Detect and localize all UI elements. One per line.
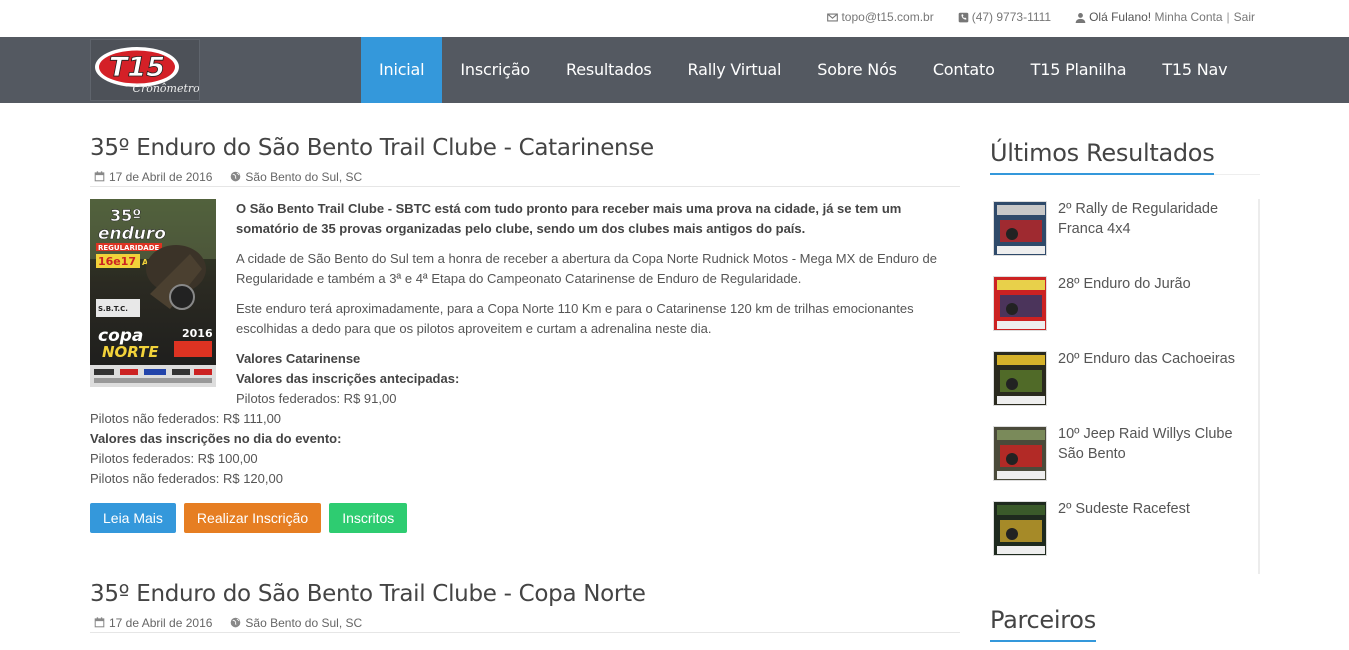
result-item[interactable]: 20º Enduro das Cachoeiras (990, 349, 1260, 424)
early-title: Valores das inscrições antecipadas: (236, 371, 460, 386)
logout-link[interactable]: Sair (1234, 10, 1255, 24)
latest-results-heading: Últimos Resultados (990, 139, 1215, 175)
main-navbar: T15 Cronômetros Inicial Inscrição Resultad… (0, 37, 1349, 103)
my-account-link[interactable]: Minha Conta (1154, 10, 1222, 24)
day-federated: Pilotos federados: R$ 100,00 (90, 451, 258, 466)
phone-icon (958, 12, 969, 22)
nav-item-contato[interactable]: Contato (915, 37, 1013, 103)
utility-links: topo@t15.com.br (47) 9773-1111 Olá Fulan… (827, 10, 1255, 24)
early-non-federated: Pilotos não federados: R$ 111,00 (90, 411, 282, 426)
top-utility-bar: topo@t15.com.br (47) 9773-1111 Olá Fulan… (0, 0, 1349, 37)
nav-item-inscri-o[interactable]: Inscrição (442, 37, 548, 103)
sidebar: Últimos Resultados 2º Rally de Regularid… (990, 103, 1260, 642)
post-meta: 17 de Abril de 2016 São Bento do Sul, SC (90, 613, 960, 633)
t15-logo-icon: T15 Cronômetros (95, 47, 206, 95)
nav-item-sobre-n-s[interactable]: Sobre Nós (799, 37, 915, 103)
result-title[interactable]: 2º Sudeste Racefest (1058, 499, 1248, 519)
poster-club: S.B.T.C. (98, 305, 128, 313)
event-poster-image[interactable]: 35º enduro REGULARIDADE 16e17 ABRIL S.B.… (90, 199, 216, 387)
nav-item-t15-planilha[interactable]: T15 Planilha (1013, 37, 1145, 103)
post-date-text: 17 de Abril de 2016 (109, 615, 213, 630)
post-copa-norte: 35º Enduro do São Bento Trail Clube - Co… (90, 581, 960, 633)
result-item[interactable]: 28º Enduro do Jurão (990, 274, 1260, 349)
latest-results-list: 2º Rally de Regularidade Franca 4x4 28º E… (990, 199, 1260, 574)
result-item[interactable]: 10º Jeep Raid Willys Clube São Bento (990, 424, 1260, 499)
poster-number: 35º (110, 206, 141, 225)
post-catarinense: 35º Enduro do São Bento Trail Clube - Ca… (90, 135, 960, 533)
main-nav: Inicial Inscrição Resultados Rally Virtual S… (361, 37, 1245, 103)
result-thumbnail[interactable] (993, 351, 1047, 406)
greeting-text: Olá Fulano! (1089, 10, 1152, 24)
result-title[interactable]: 10º Jeep Raid Willys Clube São Bento (1058, 424, 1248, 464)
post-date: 17 de Abril de 2016 (94, 616, 212, 630)
poster-enduro: enduro (98, 224, 166, 244)
globe-icon (231, 171, 241, 182)
nav-item-t15-nav[interactable]: T15 Nav (1144, 37, 1245, 103)
poster-graphic: 35º enduro REGULARIDADE 16e17 ABRIL S.B.… (90, 199, 216, 387)
day-non-federated: Pilotos não federados: R$ 120,00 (90, 471, 283, 486)
logo-text: T15 (109, 52, 165, 83)
post-date: 17 de Abril de 2016 (94, 170, 212, 184)
result-title[interactable]: 20º Enduro das Cachoeiras (1058, 349, 1248, 369)
nav-item-resultados[interactable]: Resultados (548, 37, 670, 103)
post-title[interactable]: 35º Enduro do São Bento Trail Clube - Ca… (90, 135, 960, 161)
main-content: 35º Enduro do São Bento Trail Clube - Ca… (90, 103, 960, 633)
read-more-button[interactable]: Leia Mais (90, 503, 176, 533)
post-location-text: São Bento do Sul, SC (245, 615, 363, 630)
result-thumbnail[interactable] (993, 201, 1047, 256)
logo-tagline: Cronômetros (133, 82, 199, 95)
calendar-icon (94, 171, 105, 182)
email-text: topo@t15.com.br (841, 10, 934, 24)
post-location: São Bento do Sul, SC (230, 170, 362, 184)
result-title[interactable]: 2º Rally de Regularidade Franca 4x4 (1058, 199, 1248, 239)
result-thumbnail[interactable] (993, 501, 1047, 556)
post-body: 35º enduro REGULARIDADE 16e17 ABRIL S.B.… (90, 199, 960, 533)
post-paragraph-2: Este enduro terá aproximadamente, para a… (236, 301, 914, 336)
poster-dates: 16e17 (98, 255, 136, 268)
globe-icon (231, 617, 241, 628)
price-list: Valores Catarinense Valores das inscriçõ… (90, 349, 960, 489)
post-date-text: 17 de Abril de 2016 (109, 169, 213, 184)
poster-norte: NORTE (102, 343, 159, 361)
result-item[interactable]: 2º Sudeste Racefest (990, 499, 1260, 574)
early-federated: Pilotos federados: R$ 91,00 (236, 391, 397, 406)
user-icon (1075, 12, 1086, 23)
result-item[interactable]: 2º Rally de Regularidade Franca 4x4 (990, 199, 1260, 274)
nav-item-rally-virtual[interactable]: Rally Virtual (670, 37, 800, 103)
post-lead: O São Bento Trail Clube - SBTC está com … (236, 201, 902, 236)
post-title[interactable]: 35º Enduro do São Bento Trail Clube - Co… (90, 581, 960, 607)
registered-list-button[interactable]: Inscritos (329, 503, 408, 533)
util-separator: | (1226, 10, 1230, 24)
email-link[interactable]: topo@t15.com.br (827, 10, 934, 24)
calendar-icon (94, 617, 105, 628)
partners-heading: Parceiros (990, 606, 1096, 642)
values-title: Valores Catarinense (236, 351, 361, 366)
post-location: São Bento do Sul, SC (230, 616, 362, 630)
poster-regularidade: REGULARIDADE (98, 244, 160, 252)
result-thumbnail[interactable] (993, 426, 1047, 481)
nav-item-inicial[interactable]: Inicial (361, 37, 443, 103)
phone-text: (47) 9773-1111 (971, 10, 1052, 24)
site-logo[interactable]: T15 Cronômetros (90, 39, 206, 101)
post-meta: 17 de Abril de 2016 São Bento do Sul, SC (90, 167, 960, 187)
poster-year: 2016 (182, 327, 213, 340)
post-location-text: São Bento do Sul, SC (245, 169, 363, 184)
day-title: Valores das inscrições no dia do evento: (90, 431, 342, 446)
result-thumbnail[interactable] (993, 276, 1047, 331)
register-button[interactable]: Realizar Inscrição (183, 503, 322, 533)
post-paragraph-1: A cidade de São Bento do Sul tem a honra… (236, 251, 937, 286)
envelope-icon (827, 13, 839, 21)
phone-link[interactable]: (47) 9773-1111 (958, 10, 1051, 24)
post-actions: Leia Mais Realizar Inscrição Inscritos (90, 503, 960, 533)
result-title[interactable]: 28º Enduro do Jurão (1058, 274, 1248, 294)
user-greeting: Olá Fulano! (1075, 10, 1151, 24)
